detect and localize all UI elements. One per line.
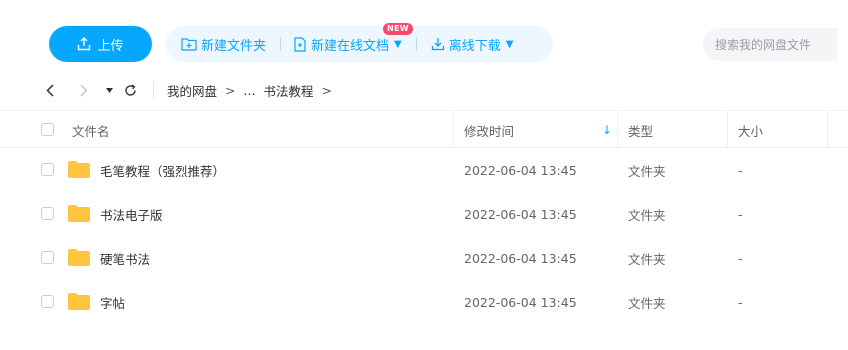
file-table: 文件名 修改时间 ↓ 类型 大小 毛笔教程（强烈推荐） 2022-06-04 1… <box>0 110 848 324</box>
back-button[interactable] <box>44 82 56 98</box>
file-name[interactable]: 毛笔教程（强烈推荐） <box>100 148 225 192</box>
table-row[interactable]: 毛笔教程（强烈推荐） 2022-06-04 13:45 文件夹 - <box>0 148 848 192</box>
breadcrumb-root[interactable]: 我的网盘 <box>167 81 217 100</box>
offline-download-button[interactable]: 离线下载 ▼ <box>431 35 514 54</box>
file-type: 文件夹 <box>628 207 666 223</box>
toolbar-divider <box>280 37 282 51</box>
folder-icon <box>68 205 90 222</box>
refresh-icon <box>124 83 136 96</box>
toolbar: 上传 新建文件夹 新建在线文档 ▼ 离线下载 ▼ NEW 搜索我的网盘文件 <box>0 0 848 72</box>
table-row[interactable]: 书法电子版 2022-06-04 13:45 文件夹 - <box>0 192 848 236</box>
column-header-size[interactable]: 大小 <box>738 111 763 149</box>
online-doc-icon <box>294 36 306 52</box>
file-name[interactable]: 硬笔书法 <box>100 236 150 280</box>
select-all-checkbox[interactable] <box>41 123 54 136</box>
chevron-right-icon <box>80 83 88 97</box>
folder-icon <box>68 161 90 178</box>
column-header-modified[interactable]: 修改时间 <box>464 111 514 149</box>
row-checkbox[interactable] <box>41 251 54 264</box>
toolbar-divider <box>415 37 417 51</box>
row-checkbox[interactable] <box>41 207 54 220</box>
column-divider <box>727 111 728 149</box>
file-name[interactable]: 书法电子版 <box>100 192 163 236</box>
file-size: - <box>738 206 743 222</box>
chevron-down-icon: ▼ <box>505 38 514 50</box>
search-input[interactable]: 搜索我的网盘文件 <box>703 28 837 61</box>
folder-icon <box>68 293 90 310</box>
file-name[interactable]: 字帖 <box>100 280 125 324</box>
navigation-bar: 我的网盘 > ... 书法教程 > <box>0 72 848 108</box>
breadcrumb-current: 书法教程 <box>263 83 314 99</box>
refresh-button[interactable] <box>123 82 137 98</box>
file-type: 文件夹 <box>628 163 666 179</box>
offline-download-label: 离线下载 <box>448 38 501 54</box>
upload-icon <box>78 37 91 51</box>
breadcrumb-separator: > <box>225 82 236 98</box>
file-modified-time: 2022-06-04 13:45 <box>464 250 577 266</box>
file-type: 文件夹 <box>628 251 666 267</box>
column-header-name[interactable]: 文件名 <box>72 111 110 149</box>
upload-button[interactable]: 上传 <box>49 26 152 62</box>
caret-down-icon <box>105 87 113 93</box>
breadcrumb-separator: > <box>321 82 332 98</box>
file-size: - <box>738 250 743 266</box>
new-online-doc-label: 新建在线文档 <box>311 38 390 54</box>
forward-button[interactable] <box>78 82 90 98</box>
file-modified-time: 2022-06-04 13:45 <box>464 206 577 222</box>
chevron-left-icon <box>46 83 54 97</box>
search-placeholder: 搜索我的网盘文件 <box>715 38 812 52</box>
upload-label: 上传 <box>97 38 124 54</box>
row-checkbox[interactable] <box>41 295 54 308</box>
new-folder-button[interactable]: 新建文件夹 <box>181 35 266 54</box>
sort-descending-icon[interactable]: ↓ <box>602 123 612 137</box>
file-size: - <box>738 294 743 310</box>
table-body: 毛笔教程（强烈推荐） 2022-06-04 13:45 文件夹 - 书法电子版 … <box>0 148 848 324</box>
new-badge: NEW <box>383 23 413 35</box>
new-online-doc-button[interactable]: 新建在线文档 ▼ <box>293 35 402 54</box>
file-type: 文件夹 <box>628 295 666 311</box>
new-folder-label: 新建文件夹 <box>201 38 267 54</box>
navbar-divider <box>153 82 154 98</box>
new-folder-icon <box>181 38 197 51</box>
download-icon <box>431 38 444 51</box>
column-divider <box>617 111 618 149</box>
toolbar-action-group: 新建文件夹 新建在线文档 ▼ 离线下载 ▼ <box>166 26 553 62</box>
row-checkbox[interactable] <box>41 163 54 176</box>
column-header-type[interactable]: 类型 <box>628 111 653 149</box>
chevron-down-icon: ▼ <box>394 38 402 50</box>
table-row[interactable]: 字帖 2022-06-04 13:45 文件夹 - <box>0 280 848 324</box>
breadcrumb-ellipsis[interactable]: ... <box>244 83 256 98</box>
file-modified-time: 2022-06-04 13:45 <box>464 162 577 178</box>
history-dropdown-button[interactable] <box>104 82 114 98</box>
table-row[interactable]: 硬笔书法 2022-06-04 13:45 文件夹 - <box>0 236 848 280</box>
table-header: 文件名 修改时间 ↓ 类型 大小 <box>0 110 848 149</box>
breadcrumb: 我的网盘 > ... 书法教程 > <box>167 72 332 108</box>
column-divider <box>453 111 454 149</box>
folder-icon <box>68 249 90 266</box>
column-divider <box>827 111 828 149</box>
file-size: - <box>738 162 743 178</box>
file-modified-time: 2022-06-04 13:45 <box>464 294 577 310</box>
